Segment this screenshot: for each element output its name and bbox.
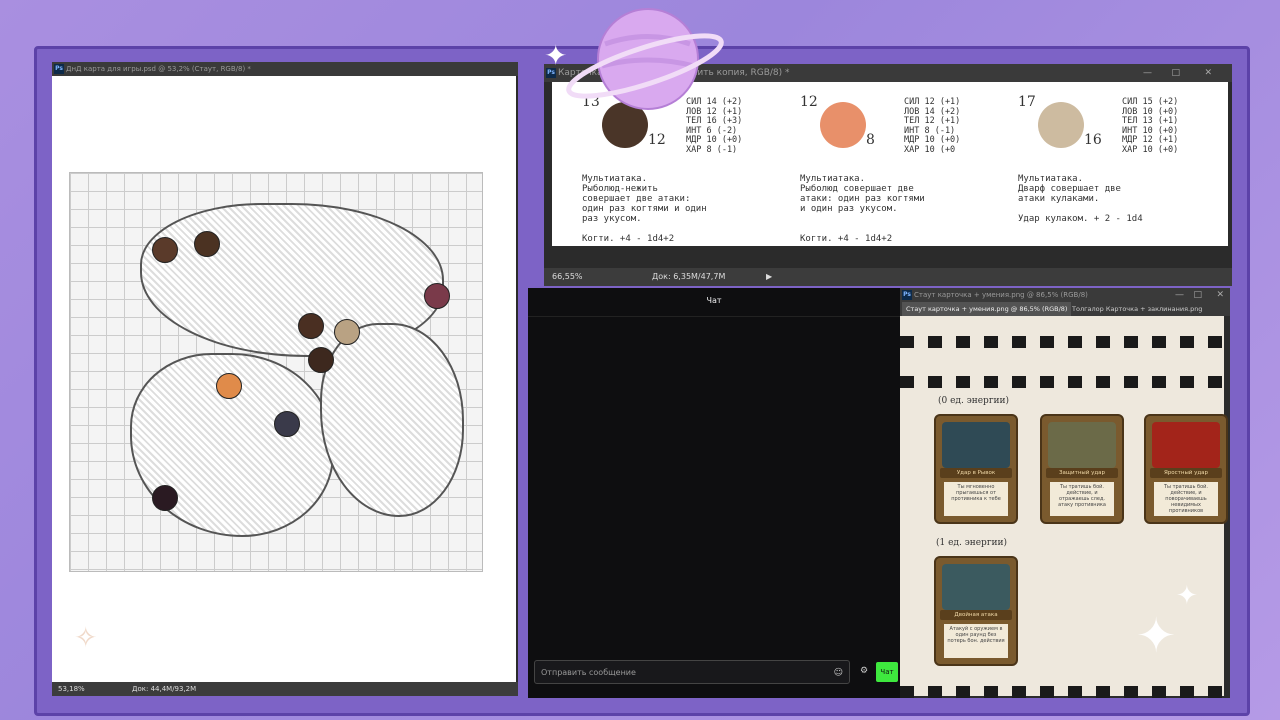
- maximize-icon[interactable]: □: [1171, 64, 1180, 82]
- chat-input[interactable]: Отправить сообщение ☺: [534, 660, 850, 684]
- ability-card[interactable]: Яростный удар Ты тратишь бой. действие, …: [1144, 414, 1228, 524]
- stat-cha: ХАР 10 (+0): [1122, 144, 1179, 155]
- decorative-border: [900, 686, 1224, 698]
- card-art: [942, 564, 1010, 610]
- map-canvas[interactable]: [52, 76, 516, 690]
- creature-token[interactable]: [334, 319, 360, 345]
- monster-card: 12 8 СИЛ 12 (+1) ЛОВ 14 (+2) ТЕЛ 12 (+1)…: [800, 90, 1016, 246]
- tab-tolgalor-card[interactable]: Толгалор Карточка + заклинания.png: [1068, 302, 1206, 316]
- chat-input-placeholder: Отправить сообщение: [541, 668, 636, 677]
- monster-attack: Когти. +4 - 1d4+2: [582, 234, 675, 244]
- ability-scores: СИЛ 15 (+2) ЛОВ 10 (+0) ТЕЛ 13 (+1) ИНТ …: [1122, 97, 1179, 155]
- sparkle-icon: ✧: [74, 621, 98, 654]
- map-window-titlebar[interactable]: Ps ДнД карта для игры.psd @ 53,2% (Стаут…: [52, 62, 518, 76]
- card-art: [942, 422, 1010, 468]
- chat-divider: [528, 316, 900, 317]
- sparkle-icon: ✦: [1136, 608, 1177, 664]
- card-name: Удар в Рывок: [940, 468, 1012, 478]
- dungeon-map[interactable]: [69, 172, 483, 572]
- stat-cha: ХАР 10 (+0: [904, 144, 956, 155]
- chat-title: Чат: [706, 296, 722, 305]
- monster-attack: Когти. +4 - 1d4+2: [800, 234, 893, 244]
- ability-card[interactable]: Двойная атака Атакуй с оружием в один ра…: [934, 556, 1018, 666]
- close-icon[interactable]: ✕: [1204, 64, 1212, 82]
- dwarf-portrait: [1038, 102, 1084, 148]
- photoshop-icon: Ps: [902, 290, 912, 300]
- cards-window: Ps Стаут карточка + умения.png @ 86,5% (…: [900, 288, 1230, 698]
- creature-token[interactable]: [274, 411, 300, 437]
- creature-token[interactable]: [152, 237, 178, 263]
- monster-card: 17 16 СИЛ 15 (+2) ЛОВ 10 (+0) ТЕЛ 13 (+1…: [1018, 90, 1232, 246]
- card-text: Ты тратишь бой. действие, и поворачиваеш…: [1154, 482, 1218, 516]
- ability-card[interactable]: Удар в Рывок Ты мгновенно прыгаешься от …: [934, 414, 1018, 524]
- sheet-zoom-level[interactable]: 66,55%: [552, 268, 583, 286]
- cards-window-title: Стаут карточка + умения.png @ 86,5% (RGB…: [914, 291, 1088, 299]
- card-text: Ты мгновенно прыгаешься от противника к …: [944, 482, 1008, 516]
- armor-class: 17: [1018, 94, 1036, 110]
- gear-icon[interactable]: ⚙: [860, 666, 868, 676]
- close-icon[interactable]: ✕: [1216, 288, 1224, 302]
- minimize-icon[interactable]: —: [1175, 288, 1184, 302]
- photoshop-icon: Ps: [54, 64, 64, 74]
- card-art: [1152, 422, 1220, 468]
- chat-panel: Чат Отправить сообщение ☺ ⚙ Чат: [528, 288, 900, 698]
- monster-feature: Мультиатака. Рыболюд совершает две атаки…: [800, 174, 925, 214]
- sparkle-icon: ✦: [1176, 581, 1198, 611]
- card-art: [1048, 422, 1116, 468]
- card-text: Атакуй с оружием в один раунд без потерь…: [944, 624, 1008, 658]
- monster-feature: Мультиатака. Дварф совершает две атаки к…: [1018, 174, 1143, 224]
- document-tabs: Стаут карточка + умения.png @ 86,5% (RGB…: [900, 302, 1230, 316]
- card-text: Ты тратишь бой. действие, и отражаешь сл…: [1050, 482, 1114, 516]
- maximize-icon[interactable]: □: [1193, 288, 1202, 302]
- minimize-icon[interactable]: —: [1143, 64, 1152, 82]
- decorative-border: [900, 376, 1224, 388]
- map-window-title: ДнД карта для игры.psd @ 53,2% (Стаут, R…: [66, 65, 251, 73]
- creature-token[interactable]: [308, 347, 334, 373]
- creature-token[interactable]: [152, 485, 178, 511]
- energy-cost-0-label: (0 ед. энергии): [938, 396, 1010, 406]
- sheet-doc-size: Док: 6,35M/47,7M: [652, 272, 726, 281]
- monster-feature: Мультиатака. Рыболюд-нежить совершает дв…: [582, 174, 707, 224]
- creature-token[interactable]: [194, 231, 220, 257]
- emote-icon[interactable]: ☺: [834, 661, 843, 685]
- armor-class: 12: [800, 94, 818, 110]
- ability-card[interactable]: Защитный удар Ты тратишь бой. действие, …: [1040, 414, 1124, 524]
- play-arrow-icon[interactable]: ▶: [766, 268, 772, 286]
- stat-cha: ХАР 8 (-1): [686, 144, 738, 155]
- map-zoom-level[interactable]: 53,18%: [58, 682, 85, 696]
- sheet-statusbar: 66,55% Док: 6,35M/47,7M ▶: [544, 268, 1232, 286]
- energy-cost-1-label: (1 ед. энергии): [936, 538, 1008, 548]
- creature-token[interactable]: [298, 313, 324, 339]
- chat-send-button[interactable]: Чат: [876, 662, 898, 682]
- sparkle-icon: ✦: [544, 39, 568, 72]
- hit-points: 16: [1084, 132, 1102, 148]
- fishfolk-portrait: [820, 102, 866, 148]
- hit-points: 8: [866, 132, 875, 148]
- card-name: Защитный удар: [1046, 468, 1118, 478]
- map-window: Ps ДнД карта для игры.psd @ 53,2% (Стаут…: [52, 62, 518, 696]
- map-statusbar: 53,18% Док: 44,4M/93,2M: [52, 682, 518, 696]
- cave-area: [320, 323, 464, 517]
- card-name: Яростный удар: [1150, 468, 1222, 478]
- cards-window-titlebar[interactable]: Ps Стаут карточка + умения.png @ 86,5% (…: [900, 288, 1230, 302]
- tab-stout-card[interactable]: Стаут карточка + умения.png @ 86,5% (RGB…: [902, 302, 1072, 316]
- card-name: Двойная атака: [940, 610, 1012, 620]
- creature-token[interactable]: [216, 373, 242, 399]
- map-doc-size: Док: 44,4M/93,2M: [132, 685, 197, 693]
- hit-points: 12: [648, 132, 666, 148]
- creature-token[interactable]: [424, 283, 450, 309]
- ability-scores: СИЛ 12 (+1) ЛОВ 14 (+2) ТЕЛ 12 (+1) ИНТ …: [904, 97, 960, 155]
- decorative-border: [900, 336, 1224, 348]
- planet-logo-icon: [566, 8, 724, 110]
